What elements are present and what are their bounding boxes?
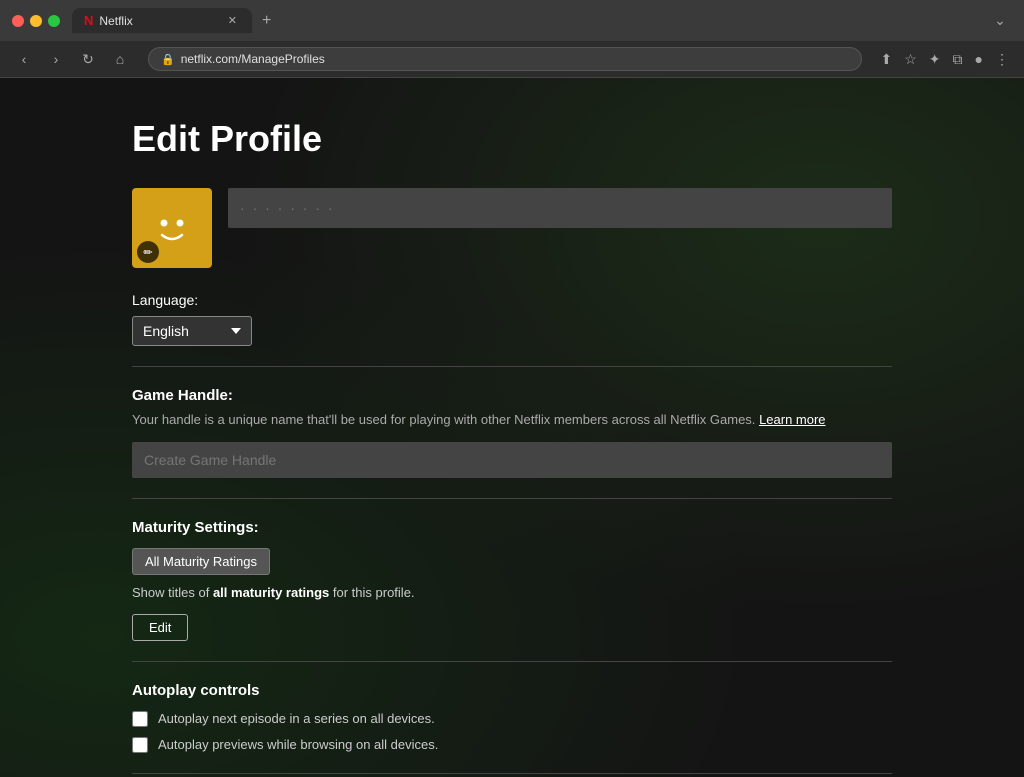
share-icon[interactable]: ⬆ xyxy=(878,48,896,71)
browser-controls-bar: ‹ › ↻ ⌂ 🔒 netflix.com/ManageProfiles ⬆ ☆… xyxy=(0,41,1024,78)
language-section: Language: English Spanish French German … xyxy=(132,292,892,346)
window-controls-dropdown[interactable]: ⌄ xyxy=(988,9,1012,33)
autoplay-next-episode-label: Autoplay next episode in a series on all… xyxy=(158,711,435,726)
forward-button[interactable]: › xyxy=(44,47,68,71)
tab-bar: N Netflix ✕ + xyxy=(72,8,980,33)
address-bar[interactable]: 🔒 netflix.com/ManageProfiles xyxy=(148,47,862,71)
minimize-traffic-light[interactable] xyxy=(30,15,42,27)
profile-name-input[interactable] xyxy=(228,188,892,228)
divider-4 xyxy=(132,773,892,774)
autoplay-previews-row: Autoplay previews while browsing on all … xyxy=(132,737,892,753)
autoplay-next-episode-row: Autoplay next episode in a series on all… xyxy=(132,711,892,727)
new-tab-button[interactable]: + xyxy=(256,10,277,32)
edit-avatar-icon[interactable]: ✏ xyxy=(137,241,159,263)
maturity-desc-bold: all maturity ratings xyxy=(213,585,329,600)
reload-button[interactable]: ↻ xyxy=(76,47,100,71)
page-inner: Edit Profile ✏ Language: English Spanish… xyxy=(112,78,912,777)
more-options-icon[interactable]: ⋮ xyxy=(992,48,1012,71)
lock-icon: 🔒 xyxy=(161,53,175,66)
home-button[interactable]: ⌂ xyxy=(108,47,132,71)
autoplay-previews-label: Autoplay previews while browsing on all … xyxy=(158,737,438,752)
address-text: netflix.com/ManageProfiles xyxy=(181,52,325,66)
autoplay-previews-checkbox[interactable] xyxy=(132,737,148,753)
language-label: Language: xyxy=(132,292,892,308)
page-title: Edit Profile xyxy=(132,118,892,160)
maximize-traffic-light[interactable] xyxy=(48,15,60,27)
divider-2 xyxy=(132,498,892,499)
game-handle-input[interactable] xyxy=(132,442,892,478)
maturity-label: Maturity Settings: xyxy=(132,519,892,536)
maturity-edit-button[interactable]: Edit xyxy=(132,614,188,641)
tab-title-text: Netflix xyxy=(99,14,132,28)
browser-chrome: N Netflix ✕ + ⌄ ‹ › ↻ ⌂ 🔒 netflix.com/Ma… xyxy=(0,0,1024,78)
tab-close-button[interactable]: ✕ xyxy=(225,13,240,28)
close-traffic-light[interactable] xyxy=(12,15,24,27)
profile-avatar[interactable]: ✏ xyxy=(132,188,212,268)
bookmark-icon[interactable]: ☆ xyxy=(901,48,920,71)
divider-3 xyxy=(132,661,892,662)
divider-1 xyxy=(132,366,892,367)
split-view-icon[interactable]: ⧉ xyxy=(950,48,966,71)
autoplay-next-episode-checkbox[interactable] xyxy=(132,711,148,727)
page-content: Edit Profile ✏ Language: English Spanish… xyxy=(0,78,1024,777)
browser-actions: ⬆ ☆ ✦ ⧉ ● ⋮ xyxy=(878,48,1013,71)
back-button[interactable]: ‹ xyxy=(12,47,36,71)
maturity-badge: All Maturity Ratings xyxy=(132,548,270,575)
maturity-description: Show titles of all maturity ratings for … xyxy=(132,585,892,600)
game-handle-section: Game Handle: Your handle is a unique nam… xyxy=(132,387,892,478)
active-tab[interactable]: N Netflix ✕ xyxy=(72,8,252,33)
maturity-section: Maturity Settings: All Maturity Ratings … xyxy=(132,519,892,641)
learn-more-link[interactable]: Learn more xyxy=(759,412,825,427)
language-select[interactable]: English Spanish French German Japanese xyxy=(132,316,252,346)
extensions-icon[interactable]: ✦ xyxy=(926,48,944,71)
game-handle-label: Game Handle: xyxy=(132,387,892,404)
traffic-lights xyxy=(12,15,60,27)
profile-icon[interactable]: ● xyxy=(972,48,986,70)
game-handle-description: Your handle is a unique name that'll be … xyxy=(132,410,892,430)
autoplay-title: Autoplay controls xyxy=(132,682,892,699)
profile-section: ✏ xyxy=(132,188,892,268)
autoplay-section: Autoplay controls Autoplay next episode … xyxy=(132,682,892,753)
title-bar: N Netflix ✕ + ⌄ xyxy=(0,0,1024,41)
netflix-favicon-icon: N xyxy=(84,13,93,28)
